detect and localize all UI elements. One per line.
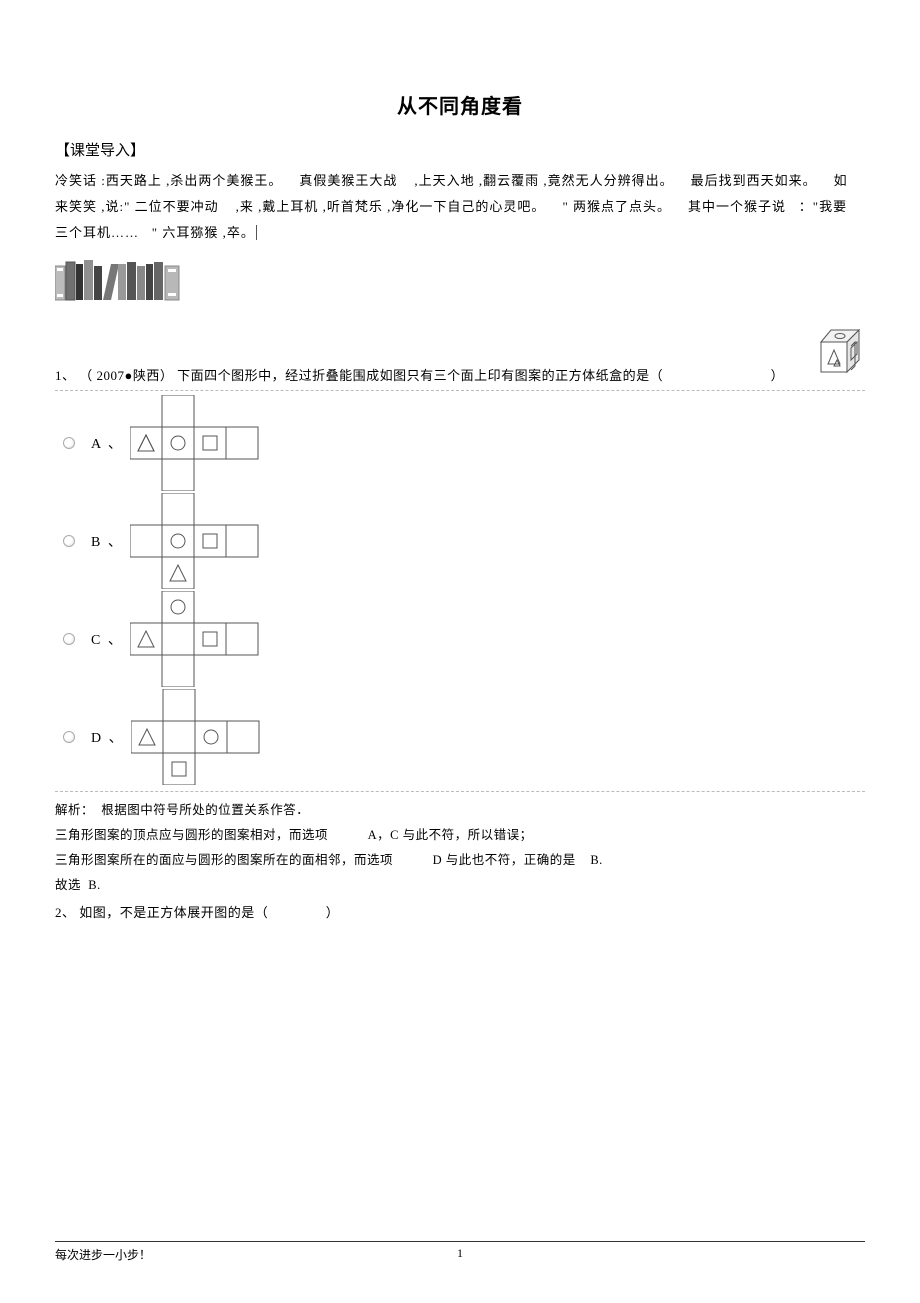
radio-icon — [63, 437, 75, 449]
analysis-block: 解析： 根据图中符号所处的位置关系作答． 三角形图案的顶点应与圆形的图案相对，而… — [55, 798, 865, 898]
text: 解析： — [55, 803, 94, 817]
section-heading: 【课堂导入】 — [55, 139, 865, 160]
text: ,上天入地 ,翻云覆雨 ,竟然无人分辨得出。 — [414, 173, 673, 188]
text: ,来 ,戴上耳机 ,听首梵乐 ,净化一下自己的心灵吧。 — [236, 199, 546, 214]
text: ） — [326, 905, 340, 920]
option-a[interactable]: A 、 — [63, 395, 865, 491]
radio-icon — [63, 535, 75, 547]
text: 如 — [834, 173, 848, 188]
page-title: 从不同角度看 — [55, 90, 865, 119]
text: 故选 — [55, 878, 81, 892]
text: ） — [771, 368, 785, 383]
text: 2、 — [55, 905, 76, 920]
radio-icon — [63, 633, 75, 645]
text: 最后找到西天如来。 — [691, 173, 817, 188]
cube-icon — [815, 326, 865, 380]
net-a-icon — [130, 395, 300, 491]
text: （ 2007●陕西） — [79, 368, 173, 383]
text: " 六耳猕猴 ,卒。 — [152, 225, 257, 240]
text: D — [433, 853, 443, 867]
page-number: 1 — [457, 1246, 463, 1261]
option-d[interactable]: D 、 — [63, 689, 865, 785]
divider — [55, 390, 865, 391]
option-label: A 、 — [91, 433, 124, 453]
option-c[interactable]: C 、 — [63, 591, 865, 687]
text: 与此不符，所以错误； — [403, 828, 533, 842]
text: B. — [590, 853, 602, 867]
text: 冷笑话 :西天路上 ,杀出两个美猴王。 — [55, 173, 282, 188]
text: 真假美猴王大战 — [299, 173, 397, 188]
text: B. — [88, 878, 100, 892]
divider — [55, 791, 865, 792]
books-image — [55, 260, 865, 308]
joke-text: 冷笑话 :西天路上 ,杀出两个美猴王。 真假美猴王大战 ,上天入地 ,翻云覆雨 … — [55, 168, 865, 246]
text: 根据图中符号所处的位置关系作答． — [101, 803, 309, 817]
text: ："我要 — [799, 199, 847, 214]
option-label: B 、 — [91, 531, 124, 551]
text: " 两猴点了点头。 — [562, 199, 671, 214]
text: 如图，不是正方体展开图的是（ — [79, 905, 268, 920]
net-d-icon — [131, 689, 301, 785]
text: A，C — [368, 828, 399, 842]
text: 与此也不符，正确的是 — [446, 853, 576, 867]
text: 三角形图案的顶点应与圆形的图案相对，而选项 — [55, 828, 328, 842]
text: 1、 — [55, 368, 76, 383]
option-label: C 、 — [91, 629, 124, 649]
footer-motto: 每次进步一小步！ — [55, 1248, 151, 1262]
option-label: D 、 — [91, 727, 125, 747]
page-footer: 每次进步一小步！ 1 — [55, 1241, 865, 1263]
option-b[interactable]: B 、 — [63, 493, 865, 589]
net-c-icon — [130, 591, 300, 687]
text: 三角形图案所在的面应与圆形的图案所在的面相邻，而选项 — [55, 853, 393, 867]
text: 三个耳机…… — [55, 225, 139, 240]
question-2: 2、 如图，不是正方体展开图的是（ ） — [55, 902, 865, 921]
radio-icon — [63, 731, 75, 743]
text: 其中一个猴子说 — [688, 199, 786, 214]
net-b-icon — [130, 493, 300, 589]
text: 下面四个图形中，经过折叠能围成如图只有三个面上印有图案的正方体纸盒的是（ — [177, 368, 663, 383]
question-1: 1、 （ 2007●陕西） 下面四个图形中，经过折叠能围成如图只有三个面上印有图… — [55, 365, 807, 384]
text: 来笑笑 ,说:" 二位不要冲动 — [55, 199, 219, 214]
